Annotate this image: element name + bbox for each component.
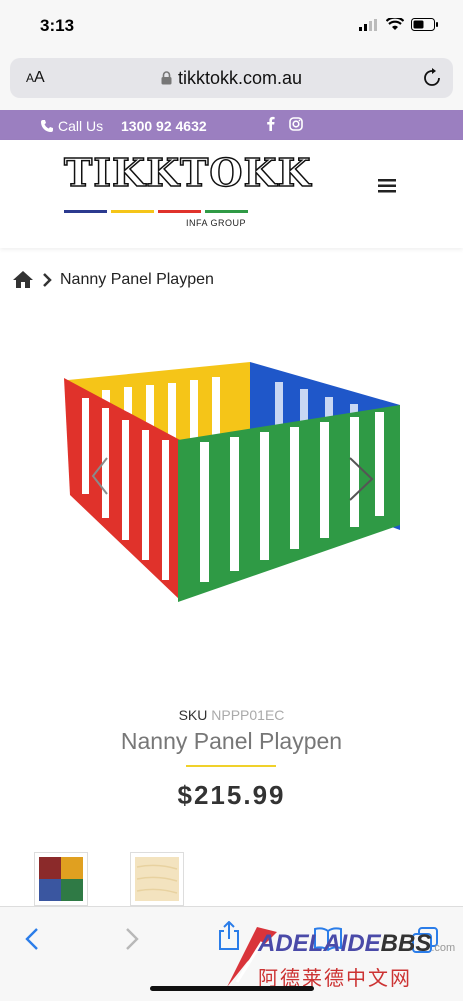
watermark-brand: ADELAIDEBBS.com <box>258 930 456 957</box>
logo-wordmark: TIKKTOKK <box>63 149 312 196</box>
status-icons <box>359 18 439 31</box>
carousel-prev-icon[interactable] <box>90 456 110 496</box>
site-header: TIKKTOKK INFA GROUP <box>0 140 463 248</box>
status-time: 3:13 <box>40 16 75 35</box>
contact-bar: Call Us 1300 92 4632 <box>0 110 463 140</box>
sku-line: SKU NPPP01EC <box>0 707 463 723</box>
reload-icon[interactable] <box>423 68 441 88</box>
breadcrumb-current: Nanny Panel Playpen <box>60 270 214 288</box>
signal-icon <box>359 18 377 31</box>
call-us-label: Call Us <box>58 118 104 134</box>
logo-color-lines <box>64 210 248 213</box>
instagram-icon[interactable] <box>289 116 303 131</box>
chevron-right-icon <box>43 272 52 287</box>
status-bar: 3:13 <box>0 0 463 52</box>
sku-value: NPPP01EC <box>211 707 285 723</box>
battery-icon <box>411 18 438 31</box>
phone-number[interactable]: 1300 92 4632 <box>121 118 207 134</box>
home-icon[interactable] <box>12 270 34 289</box>
forward-icon[interactable] <box>124 927 140 951</box>
social-links <box>266 116 303 131</box>
logo-subtitle: INFA GROUP <box>185 218 246 228</box>
lock-icon <box>161 71 172 85</box>
home-indicator <box>150 986 314 991</box>
url-text[interactable]: tikktokk.com.au <box>10 68 453 89</box>
breadcrumb: Nanny Panel Playpen <box>12 270 214 289</box>
thumbnail-natural-swatch[interactable] <box>130 852 184 906</box>
product-title: Nanny Panel Playpen <box>120 728 343 754</box>
address-bar[interactable]: AA tikktokk.com.au <box>10 58 453 98</box>
call-us-link[interactable]: Call Us <box>40 118 103 134</box>
phone-icon <box>41 120 53 132</box>
carousel-next-icon[interactable] <box>345 456 375 502</box>
sku-label: SKU <box>178 707 208 723</box>
browser-chrome: AA tikktokk.com.au <box>0 52 463 110</box>
title-underline <box>186 765 276 767</box>
thumbnail-color-swatch[interactable] <box>34 852 88 906</box>
site-logo[interactable]: TIKKTOKK INFA GROUP <box>63 149 311 230</box>
wifi-icon <box>386 18 404 30</box>
product-price: $215.99 <box>177 780 286 810</box>
back-icon[interactable] <box>24 927 40 951</box>
menu-icon[interactable] <box>378 178 396 194</box>
facebook-icon[interactable] <box>266 116 275 131</box>
